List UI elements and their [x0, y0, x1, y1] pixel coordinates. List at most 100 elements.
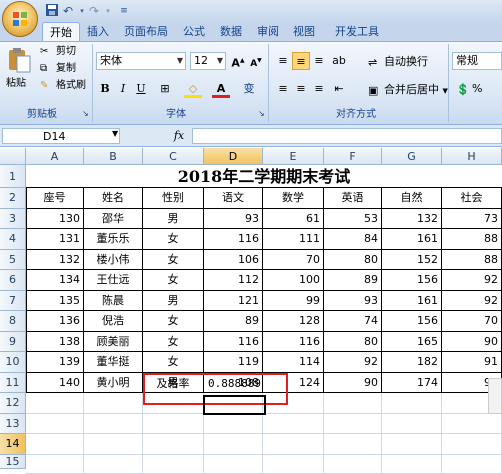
border-button[interactable]: ⊞	[156, 80, 174, 98]
cell[interactable]: 165	[382, 331, 442, 352]
cell[interactable]: 53	[324, 208, 382, 229]
cell[interactable]: 座号	[26, 188, 84, 209]
side-panel-handle[interactable]	[488, 378, 502, 414]
cell[interactable]	[324, 413, 382, 434]
cell[interactable]: 92	[324, 352, 382, 373]
row-header[interactable]: 5	[0, 249, 26, 270]
cell[interactable]: 138	[26, 331, 84, 352]
cell[interactable]	[263, 413, 324, 434]
row-header[interactable]: 14	[0, 434, 26, 455]
row-header[interactable]: 3	[0, 208, 26, 229]
row-header[interactable]: 6	[0, 270, 26, 291]
cell[interactable]: 董华挺	[84, 352, 143, 373]
customize-icon[interactable]: ≡	[116, 3, 132, 19]
cell[interactable]: 男	[143, 208, 204, 229]
column-header[interactable]: G	[382, 148, 442, 165]
row-header[interactable]: 12	[0, 393, 26, 414]
cell[interactable]: 132	[26, 249, 84, 270]
row-header[interactable]: 13	[0, 413, 26, 434]
cell[interactable]: 倪浩	[84, 311, 143, 332]
redo-dropdown-icon[interactable]: ▾	[100, 3, 116, 19]
cell[interactable]: 121	[204, 290, 263, 311]
cell[interactable]: 88	[442, 229, 502, 250]
cell[interactable]	[442, 454, 502, 474]
align-top-icon[interactable]: ≡	[274, 52, 292, 70]
cell[interactable]: 92	[442, 290, 502, 311]
column-header[interactable]: C	[143, 148, 204, 165]
office-button[interactable]	[2, 1, 38, 37]
cell[interactable]	[324, 393, 382, 414]
row-header[interactable]: 4	[0, 229, 26, 250]
cell[interactable]: 88	[442, 249, 502, 270]
cell[interactable]: 156	[382, 311, 442, 332]
cell[interactable]: 135	[26, 290, 84, 311]
column-header[interactable]: E	[263, 148, 324, 165]
cell[interactable]: 80	[324, 331, 382, 352]
cell[interactable]	[84, 454, 143, 474]
cell[interactable]: 100	[263, 270, 324, 291]
cell[interactable]: 156	[382, 270, 442, 291]
cell[interactable]: 性别	[143, 188, 204, 209]
column-header[interactable]: H	[442, 148, 502, 165]
cell[interactable]: 140	[26, 372, 84, 393]
fill-color-button[interactable]: ◇	[184, 80, 202, 98]
row-header[interactable]: 8	[0, 311, 26, 332]
row-header[interactable]: 2	[0, 188, 26, 209]
cell[interactable]: 84	[324, 229, 382, 250]
align-left-icon[interactable]: ≡	[274, 80, 292, 98]
cell[interactable]: 134	[26, 270, 84, 291]
percent-button[interactable]: 💲%	[456, 82, 482, 96]
cell[interactable]: 姓名	[84, 188, 143, 209]
cell[interactable]: 女	[143, 331, 204, 352]
cell[interactable]: 131	[26, 229, 84, 250]
cell[interactable]	[26, 393, 84, 414]
cell[interactable]: 女	[143, 311, 204, 332]
cell[interactable]: 152	[382, 249, 442, 270]
cell[interactable]: 89	[204, 311, 263, 332]
cell[interactable]: 邵华	[84, 208, 143, 229]
cell[interactable]: 92	[442, 270, 502, 291]
tab-developer[interactable]: 开发工具	[324, 22, 390, 42]
indent-icon[interactable]: ⇤	[330, 80, 348, 98]
column-header[interactable]: F	[324, 148, 382, 165]
cell[interactable]: 女	[143, 229, 204, 250]
phonetic-button[interactable]: 变	[240, 80, 258, 98]
cell[interactable]	[263, 434, 324, 455]
tab-review[interactable]: 审阅	[252, 22, 284, 42]
cell[interactable]	[143, 413, 204, 434]
cell[interactable]: 黄小明	[84, 372, 143, 393]
cell[interactable]: 93	[204, 208, 263, 229]
cell[interactable]: 112	[204, 270, 263, 291]
cell[interactable]	[382, 454, 442, 474]
italic-button[interactable]: I	[114, 80, 132, 98]
wrap-text-button[interactable]: ⇌ 自动换行	[368, 55, 428, 69]
name-box[interactable]: D14	[2, 128, 120, 144]
cell[interactable]: 男	[143, 290, 204, 311]
dialog-launcher-icon[interactable]: ↘	[82, 109, 89, 118]
cell[interactable]	[204, 454, 263, 474]
cell[interactable]: 136	[26, 311, 84, 332]
cell[interactable]	[263, 454, 324, 474]
cell[interactable]	[26, 454, 84, 474]
row-header[interactable]: 10	[0, 352, 26, 373]
cell[interactable]: 90	[442, 331, 502, 352]
cell[interactable]: 99	[263, 290, 324, 311]
cell[interactable]: 楼小伟	[84, 249, 143, 270]
cell[interactable]: 161	[382, 290, 442, 311]
tab-home[interactable]: 开始	[42, 22, 80, 42]
cell[interactable]: 132	[382, 208, 442, 229]
merge-center-button[interactable]: ▣ 合并后居中 ▼	[368, 83, 448, 98]
cell[interactable]: 社会	[442, 188, 502, 209]
cell[interactable]: 王仕远	[84, 270, 143, 291]
cell[interactable]: 161	[382, 229, 442, 250]
cell[interactable]: 91	[442, 352, 502, 373]
cell[interactable]	[204, 413, 263, 434]
align-middle-icon[interactable]: ≡	[292, 52, 310, 70]
cell[interactable]: 93	[324, 290, 382, 311]
align-right-icon[interactable]: ≡	[310, 80, 328, 98]
cut-button[interactable]: ✂ 剪切	[40, 45, 76, 59]
cell[interactable]: 139	[26, 352, 84, 373]
cell[interactable]	[84, 434, 143, 455]
shrink-font-button[interactable]: A▼	[247, 52, 265, 70]
cell[interactable]	[324, 454, 382, 474]
